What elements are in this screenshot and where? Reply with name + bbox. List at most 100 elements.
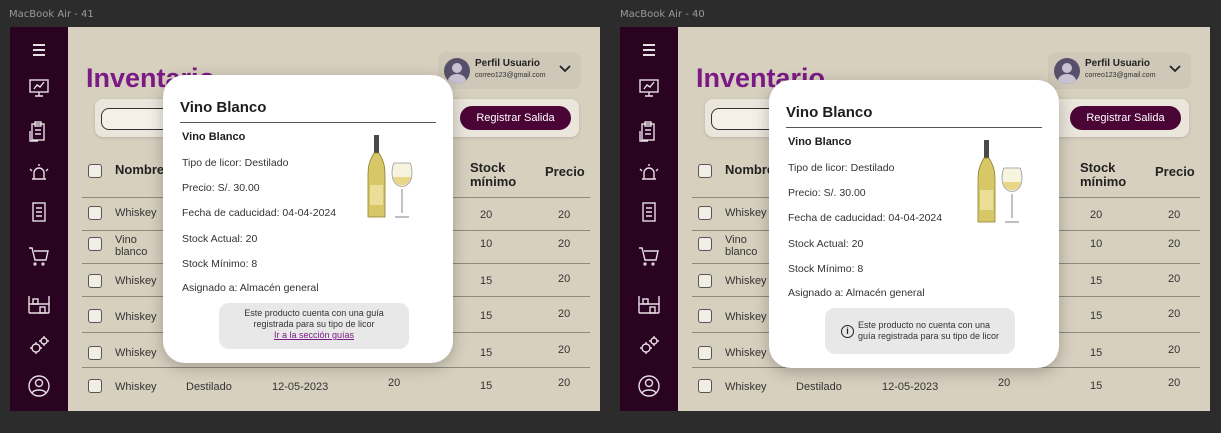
header-price: Precio [545, 164, 585, 179]
dashboard-icon[interactable] [634, 75, 664, 101]
settings-icon[interactable] [24, 333, 54, 359]
row-checkbox[interactable] [698, 237, 712, 251]
field-stock: Stock Actual: 20 [788, 238, 864, 250]
dashboard-icon[interactable] [24, 75, 54, 101]
select-all-checkbox[interactable] [698, 164, 712, 178]
sidebar [10, 27, 68, 411]
row-date: 12-05-2023 [882, 381, 939, 393]
product-name: Vino Blanco [182, 131, 246, 143]
row-price: 20 [1168, 308, 1181, 320]
cart-icon[interactable] [24, 243, 54, 269]
header-min-stock: Stock mínimo [1080, 160, 1127, 189]
header-name: Nombre [115, 162, 165, 177]
row-checkbox[interactable] [88, 346, 102, 360]
warehouse-icon[interactable] [24, 291, 54, 317]
row-min: 15 [1090, 347, 1103, 359]
row-price: 20 [558, 273, 571, 285]
register-exit-button[interactable]: Registrar Salida [1070, 106, 1181, 130]
row-checkbox[interactable] [88, 274, 102, 288]
chevron-down-icon[interactable] [557, 61, 573, 77]
select-all-checkbox[interactable] [88, 164, 102, 178]
menu-icon[interactable] [634, 37, 664, 63]
row-divider [82, 367, 590, 368]
guides-link[interactable]: Ir a la sección guías [274, 330, 354, 340]
row-price: 20 [558, 344, 571, 356]
row-type: Destilado [186, 381, 232, 393]
warehouse-icon[interactable] [634, 291, 664, 317]
field-stock: Stock Actual: 20 [182, 233, 258, 245]
cart-icon[interactable] [634, 243, 664, 269]
modal-title: Vino Blanco [786, 104, 873, 121]
row-min: 15 [480, 380, 493, 392]
no-guide-note: i Este producto no cuenta con una guía r… [825, 308, 1015, 354]
row-checkbox[interactable] [698, 379, 712, 393]
register-exit-button[interactable]: Registrar Salida [460, 106, 571, 130]
note-line-2: registrada para su tipo de licor [253, 319, 375, 329]
document-icon[interactable] [634, 199, 664, 225]
row-name: Whiskey [725, 381, 767, 393]
field-expiry: Fecha de caducidad: 04-04-2024 [182, 207, 337, 219]
menu-icon[interactable] [24, 37, 54, 63]
profile-name: Perfil Usuario [1085, 58, 1151, 69]
settings-icon[interactable] [634, 333, 664, 359]
row-name: Whiskey [115, 347, 157, 359]
row-price: 20 [1168, 273, 1181, 285]
avatar [444, 58, 470, 84]
note-line-1: Este producto no cuenta con una [857, 320, 991, 330]
note-line-1: Este producto cuenta con una guía [244, 308, 384, 318]
alarm-icon[interactable] [634, 160, 664, 186]
field-assigned: Asignado a: Almacén general [182, 282, 319, 294]
row-name: Vino blanco [725, 234, 758, 258]
row-min: 15 [1090, 310, 1103, 322]
user-icon[interactable] [24, 373, 54, 399]
frame-40: Inventario Perfil Usuario correo123@gmai… [620, 27, 1210, 411]
row-min: 15 [480, 310, 493, 322]
header-price: Precio [1155, 164, 1195, 179]
note-line-2: guía registrada para su tipo de licor [857, 331, 1000, 341]
row-price: 20 [1168, 238, 1181, 250]
clipboard-icon[interactable] [634, 119, 664, 145]
header-min-stock: Stock mínimo [470, 160, 517, 189]
frame-label: MacBook Air - 40 [620, 9, 705, 20]
user-icon[interactable] [634, 373, 664, 399]
row-checkbox[interactable] [698, 274, 712, 288]
modal-divider [180, 122, 436, 123]
row-checkbox[interactable] [88, 379, 102, 393]
row-min: 20 [480, 209, 493, 221]
clipboard-icon[interactable] [24, 119, 54, 145]
profile-email: correo123@gmail.com [475, 72, 546, 79]
row-checkbox[interactable] [698, 206, 712, 220]
profile-menu[interactable]: Perfil Usuario correo123@gmail.com [438, 52, 581, 89]
header-name: Nombre [725, 162, 775, 177]
row-price: 20 [558, 308, 571, 320]
row-price: 20 [1168, 344, 1181, 356]
row-name: Whiskey [725, 347, 767, 359]
field-min-stock: Stock Mínimo: 8 [788, 263, 864, 275]
row-min: 10 [480, 238, 493, 250]
profile-email: correo123@gmail.com [1085, 72, 1156, 79]
row-checkbox[interactable] [88, 309, 102, 323]
row-checkbox[interactable] [88, 237, 102, 251]
wine-bottle-image [977, 140, 1023, 223]
row-stock: 20 [388, 377, 401, 389]
row-checkbox[interactable] [698, 309, 712, 323]
document-icon[interactable] [24, 199, 54, 225]
row-min: 15 [1090, 275, 1103, 287]
profile-name: Perfil Usuario [475, 58, 541, 69]
field-price: Precio: S/. 30.00 [182, 182, 260, 194]
modal-title: Vino Blanco [180, 99, 267, 116]
row-name: Whiskey [115, 311, 157, 323]
profile-menu[interactable]: Perfil Usuario correo123@gmail.com [1048, 52, 1191, 89]
frame-41: Inventario Perfil Usuario correo123@gmai… [10, 27, 600, 411]
chevron-down-icon[interactable] [1167, 61, 1183, 77]
row-checkbox[interactable] [698, 346, 712, 360]
alarm-icon[interactable] [24, 160, 54, 186]
guide-note: Este producto cuenta con una guía regist… [219, 303, 409, 349]
avatar [1054, 58, 1080, 84]
modal-divider [786, 127, 1042, 128]
product-modal: Vino Blanco Vino Blanco Tipo de licor: D… [769, 80, 1059, 368]
row-price: 20 [1168, 377, 1181, 389]
sidebar [620, 27, 678, 411]
row-checkbox[interactable] [88, 206, 102, 220]
row-price: 20 [558, 377, 571, 389]
